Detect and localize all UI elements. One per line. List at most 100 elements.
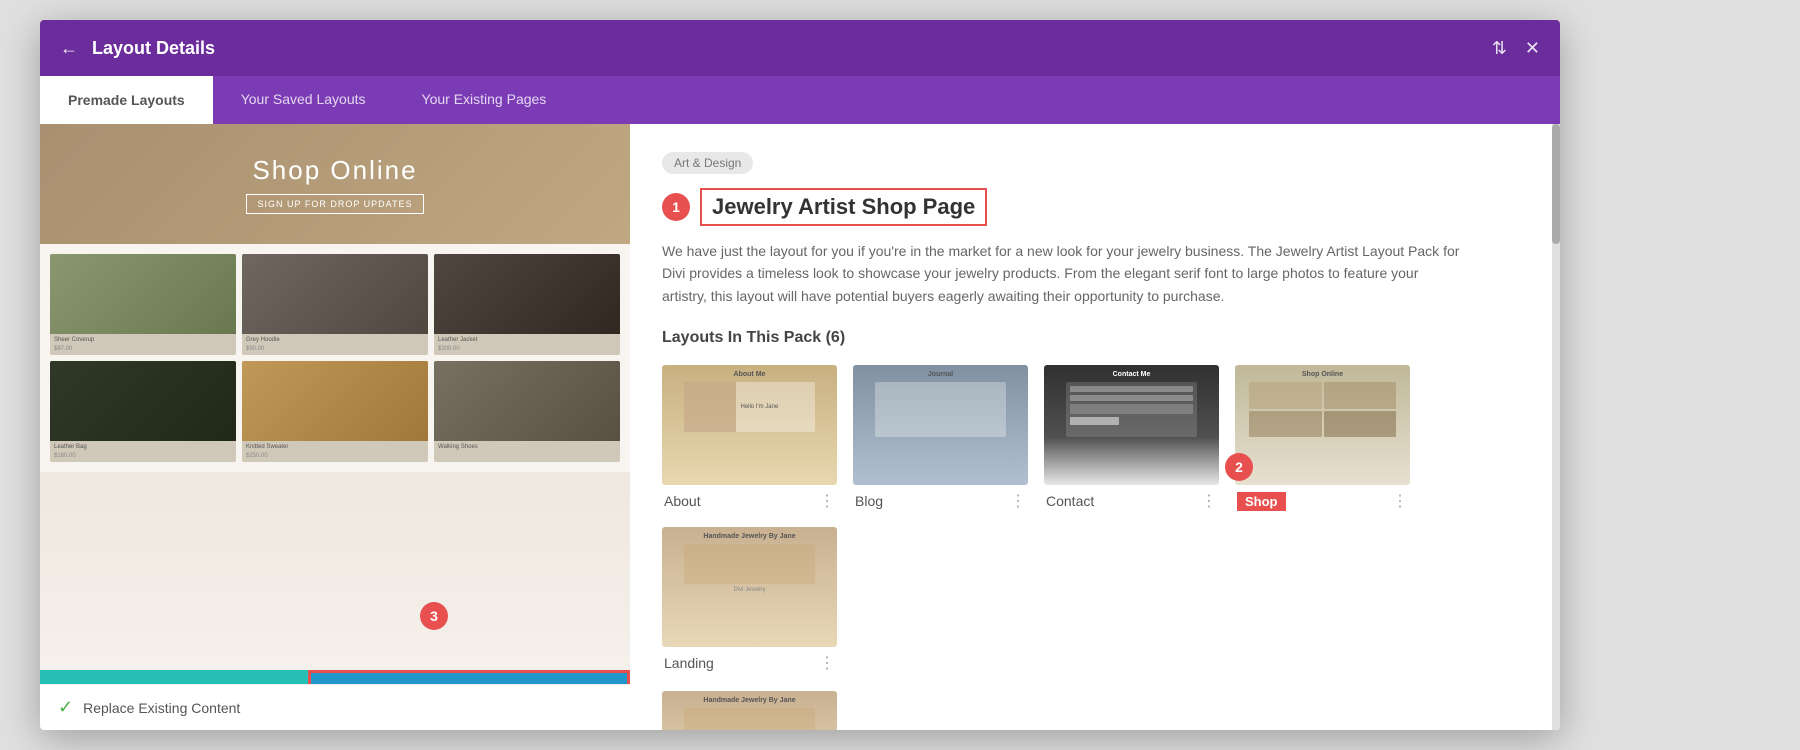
thumb-card-contact: Contact Me Contact ⋮ [1044, 365, 1219, 511]
thumb-about-footer: About ⋮ [662, 491, 837, 511]
layout-title-row: 1 Jewelry Artist Shop Page [662, 188, 1528, 226]
thumb-contact-label: Contact Me [1113, 371, 1151, 378]
thumb-blog[interactable]: Journal [853, 365, 1028, 485]
thumb-contact-dots[interactable]: ⋮ [1201, 491, 1217, 511]
close-icon[interactable]: ✕ [1525, 38, 1540, 59]
badge-3: 3 [420, 602, 448, 630]
product-image-5 [242, 361, 428, 441]
layouts-pack-title: Layouts In This Pack (6) [662, 329, 1528, 347]
preview-hero: Shop Online SIGN UP FOR DROP UPDATES [40, 124, 630, 244]
product-item-6: Walking Shoes [434, 361, 620, 462]
scrollbar-thumb[interactable] [1552, 124, 1560, 244]
product-price-4: $160.00 [50, 453, 236, 462]
tab-existing-pages[interactable]: Your Existing Pages [394, 76, 575, 124]
thumb-card-landing: Handmade Jewelry By Jane Divi Jewelry La… [662, 527, 837, 673]
thumb-blog-inner: Journal [853, 365, 1028, 485]
category-tag: Art & Design [662, 152, 753, 174]
thumb-shop-footer: Shop ⋮ [1235, 491, 1410, 511]
preview-products: Sheer Coverup $87.00 Grey Hoodie $90.00 … [40, 244, 630, 472]
product-image-4 [50, 361, 236, 441]
product-price-1: $87.00 [50, 346, 236, 355]
header-icons: ⇅ ✕ [1492, 38, 1540, 59]
product-image-6 [434, 361, 620, 441]
check-icon: ✓ [58, 697, 73, 718]
product-price-3: $300.00 [434, 346, 620, 355]
thumb-blog-footer: Blog ⋮ [853, 491, 1028, 511]
scrollbar[interactable] [1552, 124, 1560, 730]
thumb-landing[interactable]: Handmade Jewelry By Jane Divi Jewelry [662, 527, 837, 647]
thumb-landing-label: Handmade Jewelry By Jane [703, 533, 795, 540]
layout-title: Jewelry Artist Shop Page [712, 194, 975, 219]
thumb-landing2-label: Handmade Jewelry By Jane [703, 697, 795, 704]
thumb-landing2[interactable]: Handmade Jewelry By Jane [662, 691, 837, 730]
thumb-shop[interactable]: Shop Online [1235, 365, 1410, 485]
replace-checkbox-row: ✓ Replace Existing Content [40, 684, 630, 730]
thumb-shop-inner: Shop Online [1235, 365, 1410, 485]
tab-premade-layouts[interactable]: Premade Layouts [40, 76, 213, 124]
thumb-card-shop: 2 Shop Online [1235, 365, 1410, 511]
product-image-1 [50, 254, 236, 334]
preview-hero-title: Shop Online [252, 155, 417, 186]
thumb-about-dots[interactable]: ⋮ [819, 491, 835, 511]
product-price-5: $250.00 [242, 453, 428, 462]
thumb-contact-footer: Contact ⋮ [1044, 491, 1219, 511]
back-icon[interactable]: ← [60, 38, 78, 59]
layout-thumbs: About Me Hello I'm Jane About ⋮ [662, 365, 1528, 673]
layout-preview: Shop Online SIGN UP FOR DROP UPDATES She… [40, 124, 630, 670]
replace-checkbox-label[interactable]: Replace Existing Content [83, 700, 240, 716]
thumb-landing-footer: Landing ⋮ [662, 653, 837, 673]
product-label-1: Sheer Coverup [50, 334, 236, 346]
left-panel: 3 Shop Online SIGN UP FOR DROP UPDATES S… [40, 124, 630, 730]
layout-description: We have just the layout for you if you'r… [662, 240, 1462, 307]
thumb-blog-dots[interactable]: ⋮ [1010, 491, 1026, 511]
tab-saved-layouts[interactable]: Your Saved Layouts [213, 76, 394, 124]
modal-title: Layout Details [92, 38, 1492, 59]
product-label-5: Knitted Sweater [242, 441, 428, 453]
thumb-contact-name: Contact [1046, 493, 1094, 509]
modal-header: ← Layout Details ⇅ ✕ [40, 20, 1560, 76]
thumb-shop-name: Shop [1237, 493, 1286, 509]
thumb-shop-title: Shop Online [1302, 371, 1343, 378]
product-label-4: Leather Bag [50, 441, 236, 453]
preview-mock: Shop Online SIGN UP FOR DROP UPDATES She… [40, 124, 630, 670]
thumb-landing-inner: Handmade Jewelry By Jane Divi Jewelry [662, 527, 837, 647]
right-panel: Art & Design 1 Jewelry Artist Shop Page … [630, 124, 1560, 730]
shop-highlighted-label: Shop [1237, 492, 1286, 511]
layout-details-modal: ← Layout Details ⇅ ✕ Premade Layouts You… [40, 20, 1560, 730]
product-item-4: Leather Bag $160.00 [50, 361, 236, 462]
thumb-about-label: About Me [734, 371, 766, 378]
thumb-contact-inner: Contact Me [1044, 365, 1219, 485]
thumb-card-about: About Me Hello I'm Jane About ⋮ [662, 365, 837, 511]
modal-tabs: Premade Layouts Your Saved Layouts Your … [40, 76, 1560, 124]
thumb-card-landing2: Handmade Jewelry By Jane [662, 691, 837, 730]
thumb-card-blog: Journal Blog ⋮ [853, 365, 1028, 511]
second-row-thumbs: Handmade Jewelry By Jane [662, 691, 1528, 730]
thumb-about[interactable]: About Me Hello I'm Jane [662, 365, 837, 485]
product-item-2: Grey Hoodie $90.00 [242, 254, 428, 355]
thumb-about-inner: About Me Hello I'm Jane [662, 365, 837, 485]
product-price-6 [434, 453, 620, 456]
product-price-2: $90.00 [242, 346, 428, 355]
layout-title-box: Jewelry Artist Shop Page [700, 188, 987, 226]
product-item-5: Knitted Sweater $250.00 [242, 361, 428, 462]
badge-2: 2 [1225, 453, 1253, 481]
product-label-2: Grey Hoodie [242, 334, 428, 346]
badge-1: 1 [662, 193, 690, 221]
modal-body: 3 Shop Online SIGN UP FOR DROP UPDATES S… [40, 124, 1560, 730]
thumb-blog-label: Journal [928, 371, 953, 378]
thumb-shop-dots[interactable]: ⋮ [1392, 491, 1408, 511]
thumb-landing-name: Landing [664, 655, 714, 671]
product-label-6: Walking Shoes [434, 441, 620, 453]
product-image-3 [434, 254, 620, 334]
thumb-contact[interactable]: Contact Me [1044, 365, 1219, 485]
product-label-3: Leather Jacket [434, 334, 620, 346]
preview-hero-button: SIGN UP FOR DROP UPDATES [246, 194, 423, 214]
settings-icon[interactable]: ⇅ [1492, 38, 1507, 59]
thumb-about-name: About [664, 493, 701, 509]
thumb-landing-dots[interactable]: ⋮ [819, 653, 835, 673]
product-item-3: Leather Jacket $300.00 [434, 254, 620, 355]
product-image-2 [242, 254, 428, 334]
thumb-blog-name: Blog [855, 493, 883, 509]
thumb-landing2-inner: Handmade Jewelry By Jane [662, 691, 837, 730]
product-item-1: Sheer Coverup $87.00 [50, 254, 236, 355]
